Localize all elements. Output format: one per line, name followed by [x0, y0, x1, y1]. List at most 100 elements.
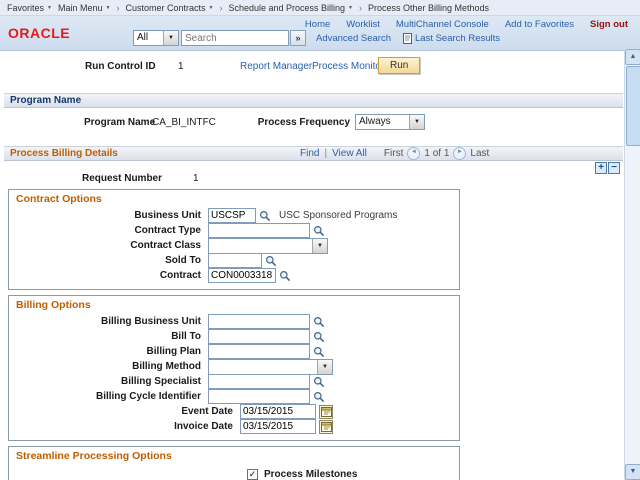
process-frequency-select[interactable]: Always ▼ [355, 114, 425, 130]
breadcrumb-favorites[interactable]: Favorites ▼ [7, 3, 52, 13]
chevron-down-icon[interactable]: ▼ [163, 31, 178, 45]
breadcrumb-schedule-process-billing[interactable]: Schedule and Process Billing ▼ [228, 3, 353, 13]
breadcrumb: Favorites ▼ Main Menu ▼ › Customer Contr… [0, 0, 640, 16]
breadcrumb-separator-icon: › [359, 3, 362, 13]
lookup-icon[interactable] [259, 210, 271, 222]
last-search-results-link[interactable]: Last Search Results [415, 33, 500, 44]
chevron-down-icon: ▼ [208, 5, 213, 11]
chevron-down-icon[interactable]: ▼ [312, 239, 327, 253]
advanced-search-link[interactable]: Advanced Search [316, 33, 391, 44]
contract-class-select[interactable]: ▼ [208, 238, 328, 254]
checkbox-row: ✓ Process Milestones [247, 468, 459, 480]
request-number-row: Request Number 1 [0, 173, 640, 187]
breadcrumb-label: Process Other Billing Methods [368, 3, 489, 13]
billing-plan-input[interactable] [208, 344, 310, 359]
search-scope-value: All [134, 31, 163, 45]
document-icon [403, 33, 412, 44]
program-name-label: Program Name [84, 117, 155, 128]
contract-options-title: Contract Options [9, 193, 459, 208]
billing-specialist-input[interactable] [208, 374, 310, 389]
chevron-down-icon[interactable]: ▼ [409, 115, 424, 129]
calendar-icon[interactable] [319, 420, 333, 434]
search-go-button[interactable]: » [290, 30, 306, 46]
business-unit-input[interactable] [208, 208, 256, 223]
form-row: Billing Specialist [9, 374, 459, 389]
business-unit-description: USC Sponsored Programs [279, 210, 397, 221]
lookup-icon[interactable] [313, 376, 325, 388]
billing-options-box: Billing Options Billing Business Unit Bi… [8, 295, 460, 441]
lookup-icon[interactable] [313, 391, 325, 403]
breadcrumb-customer-contracts[interactable]: Customer Contracts ▼ [125, 3, 213, 13]
previous-page-icon[interactable]: ◄ [407, 147, 420, 160]
form-row: Billing Plan [9, 344, 459, 359]
lookup-icon[interactable] [313, 316, 325, 328]
nav-add-to-favorites-link[interactable]: Add to Favorites [505, 19, 574, 30]
invoice-date-input[interactable] [240, 419, 316, 434]
breadcrumb-label: Favorites [7, 3, 44, 13]
app-header: ORACLE Home Worklist MultiChannel Consol… [0, 16, 640, 51]
streamline-processing-options-box: Streamline Processing Options ✓ Process … [8, 446, 460, 480]
next-page-icon[interactable]: ► [453, 147, 466, 160]
calendar-icon[interactable] [319, 405, 333, 419]
nav-multichannel-console-link[interactable]: MultiChannel Console [396, 19, 489, 30]
last-label[interactable]: Last [470, 148, 489, 159]
form-row: Billing Business Unit [9, 314, 459, 329]
search-scope-select[interactable]: All ▼ [133, 30, 179, 46]
field-label: Business Unit [9, 210, 208, 221]
oracle-logo: ORACLE [8, 25, 70, 41]
sold-to-input[interactable] [208, 253, 262, 268]
lookup-icon[interactable] [279, 270, 291, 282]
request-number-value: 1 [193, 173, 199, 184]
search-input[interactable] [181, 30, 289, 46]
breadcrumb-label: Customer Contracts [125, 3, 205, 13]
contract-type-input[interactable] [208, 223, 310, 238]
billing-business-unit-input[interactable] [208, 314, 310, 329]
program-name-section-header: Program Name [4, 93, 623, 108]
request-number-label: Request Number [0, 173, 162, 184]
breadcrumb-separator-icon: › [219, 3, 222, 13]
billing-cycle-identifier-input[interactable] [208, 389, 310, 404]
field-label: Contract Class [9, 240, 208, 251]
process-frequency-value: Always [356, 115, 409, 129]
lookup-icon[interactable] [313, 225, 325, 237]
scroll-down-button[interactable]: ▼ [625, 464, 640, 480]
event-date-input[interactable] [240, 404, 316, 419]
run-button[interactable]: Run [378, 57, 420, 74]
first-label[interactable]: First [384, 148, 403, 159]
lookup-icon[interactable] [313, 346, 325, 358]
contract-input[interactable] [208, 268, 276, 283]
breadcrumb-label: Schedule and Process Billing [228, 3, 345, 13]
form-row: Contract Class ▼ [9, 238, 459, 253]
form-row: Business Unit USC Sponsored Programs [9, 208, 459, 223]
check-icon: ✓ [249, 470, 257, 479]
find-link[interactable]: Find [300, 148, 319, 159]
billing-method-select[interactable]: ▼ [208, 359, 333, 375]
breadcrumb-label: Main Menu [58, 3, 103, 13]
chevron-down-icon[interactable]: ▼ [317, 360, 332, 374]
process-monitor-link[interactable]: Process Monitor [312, 61, 384, 72]
view-all-link[interactable]: View All [332, 148, 367, 159]
lookup-icon[interactable] [313, 331, 325, 343]
field-label: Billing Method [9, 361, 208, 372]
section-title: Process Billing Details [10, 148, 118, 159]
report-manager-link[interactable]: Report Manager [240, 61, 312, 72]
breadcrumb-main-menu[interactable]: Main Menu ▼ [58, 3, 110, 13]
scrollbar-thumb[interactable] [626, 66, 640, 146]
bill-to-input[interactable] [208, 329, 310, 344]
contract-class-value [209, 239, 312, 253]
process-milestones-checkbox[interactable]: ✓ [247, 469, 258, 480]
contract-options-box: Contract Options Business Unit USC Spons… [8, 189, 460, 290]
nav-home-link[interactable]: Home [305, 19, 330, 30]
field-label: Sold To [9, 255, 208, 266]
process-billing-details-header: Process Billing Details Find | View All … [4, 146, 623, 161]
lookup-icon[interactable] [265, 255, 277, 267]
sign-out-link[interactable]: Sign out [590, 19, 628, 30]
form-row: Billing Method ▼ [9, 359, 459, 374]
grid-row-controls: + − [0, 161, 640, 173]
chevron-down-icon: ▼ [47, 5, 52, 11]
vertical-scrollbar[interactable]: ▲ ▼ [624, 49, 640, 480]
nav-worklist-link[interactable]: Worklist [346, 19, 380, 30]
field-label: Contract [9, 270, 208, 281]
scroll-up-button[interactable]: ▲ [625, 49, 640, 65]
process-frequency-label: Process Frequency [240, 117, 350, 128]
